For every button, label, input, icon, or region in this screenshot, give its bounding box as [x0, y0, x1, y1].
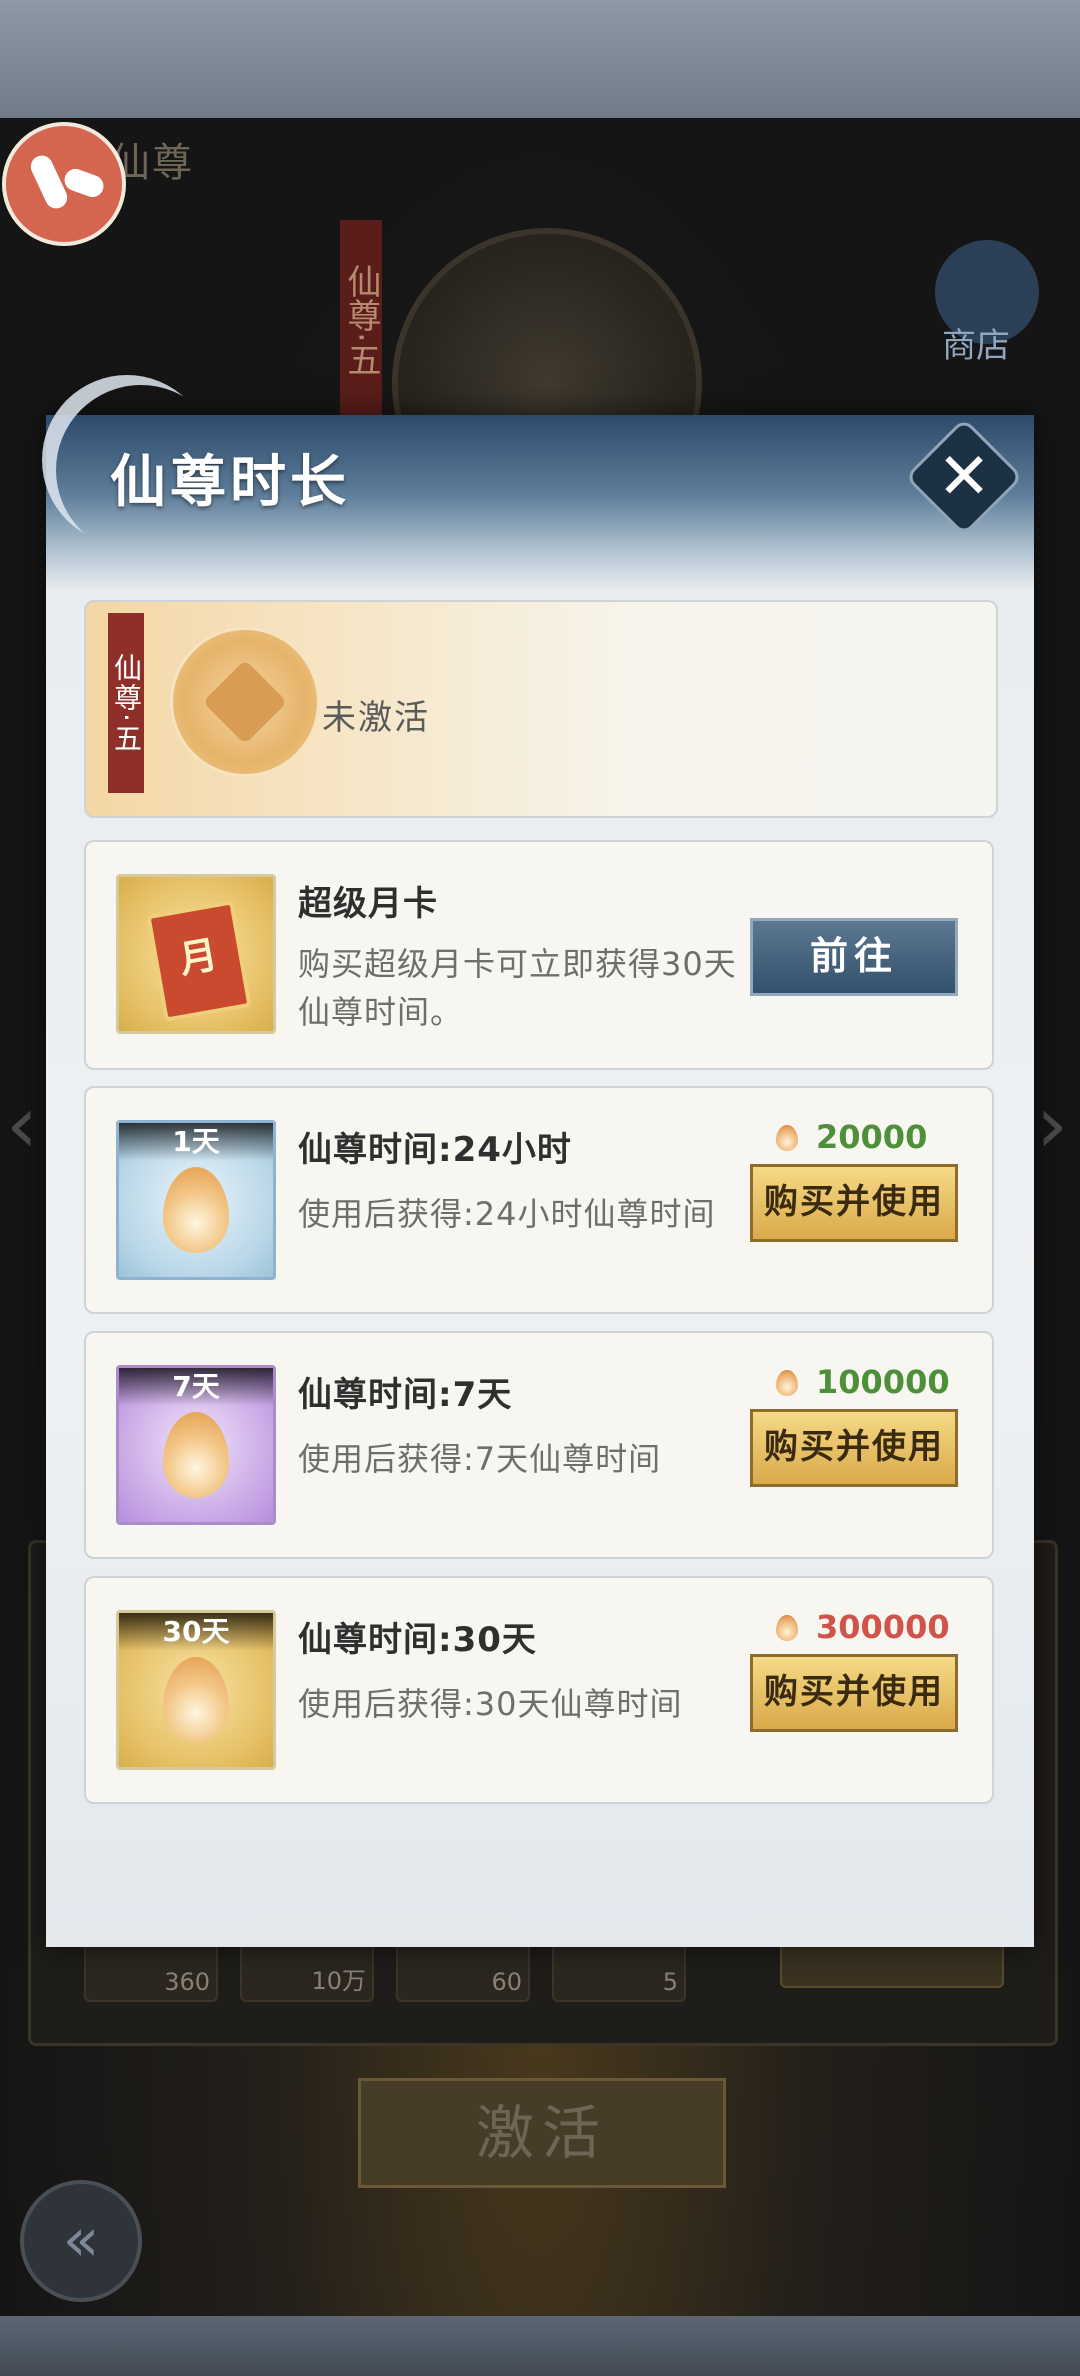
top-bar — [0, 0, 1080, 118]
coin-icon — [776, 1125, 798, 1151]
coin-icon — [776, 1370, 798, 1396]
item-count: 360 — [164, 1968, 210, 1996]
app-logo-icon[interactable] — [2, 122, 126, 246]
month-card-glyph: 月 — [146, 900, 252, 1022]
rank-tag: 仙尊·五 — [108, 613, 144, 793]
price: 20000 — [776, 1118, 927, 1156]
item-description: 购买超级月卡可立即获得30天仙尊时间。 — [298, 945, 737, 1031]
buy-and-use-button[interactable]: 购买并使用 — [750, 1409, 958, 1487]
price-value: 100000 — [816, 1363, 950, 1401]
time-item-icon: 7天 — [116, 1365, 276, 1525]
item-title: 超级月卡 — [298, 884, 438, 924]
dialog-title: 仙尊时长 — [110, 449, 350, 515]
item-title: 仙尊时间:7天 — [298, 1375, 513, 1415]
item-count: 10万 — [311, 1967, 366, 1995]
time-item-icon: 1天 — [116, 1120, 276, 1280]
coin-icon — [776, 1615, 798, 1641]
close-icon[interactable]: ✕ — [922, 435, 1006, 519]
bottom-bar — [0, 2316, 1080, 2376]
duration-dialog: 仙尊时长 ✕ 仙尊·五 未激活 月 超级月卡 购买超级月卡可立即获得30天仙尊时… — [46, 415, 1034, 1947]
duration-tag: 7天 — [119, 1368, 273, 1406]
item-description: 使用后获得:24小时仙尊时间 — [298, 1195, 716, 1233]
card-30-days: 30天 仙尊时间:30天 使用后获得:30天仙尊时间 300000 购买并使用 — [84, 1576, 994, 1804]
item-title: 仙尊时间:30天 — [298, 1620, 537, 1660]
duration-tag: 1天 — [119, 1123, 273, 1161]
right-arrow-icon[interactable]: › — [1036, 1080, 1076, 1170]
background-rank-banner: 仙尊·五 — [340, 220, 382, 420]
back-icon[interactable]: « — [20, 2180, 142, 2302]
goto-button[interactable]: 前往 — [750, 918, 958, 996]
time-item-icon: 30天 — [116, 1610, 276, 1770]
price-value: 300000 — [816, 1608, 950, 1646]
card-super-month: 月 超级月卡 购买超级月卡可立即获得30天仙尊时间。 前往 — [84, 840, 994, 1070]
flame-icon — [163, 1657, 229, 1743]
card-7-days: 7天 仙尊时间:7天 使用后获得:7天仙尊时间 100000 购买并使用 — [84, 1331, 994, 1559]
buy-and-use-button[interactable]: 购买并使用 — [750, 1164, 958, 1242]
flame-icon — [163, 1167, 229, 1253]
month-card-icon: 月 — [116, 874, 276, 1034]
item-title: 仙尊时间:24小时 — [298, 1130, 572, 1170]
activation-status: 未激活 — [322, 698, 430, 738]
left-arrow-icon[interactable]: ‹ — [6, 1080, 46, 1170]
buy-and-use-button[interactable]: 购买并使用 — [750, 1654, 958, 1732]
shop-label[interactable]: 商店 — [942, 318, 1010, 367]
card-24-hours: 1天 仙尊时间:24小时 使用后获得:24小时仙尊时间 20000 购买并使用 — [84, 1086, 994, 1314]
background-activate-button: 激活 — [358, 2078, 726, 2188]
flame-icon — [163, 1412, 229, 1498]
item-description: 使用后获得:30天仙尊时间 — [298, 1685, 683, 1723]
item-count: 60 — [491, 1968, 522, 1996]
rank-emblem-icon — [170, 627, 320, 777]
duration-tag: 30天 — [119, 1613, 273, 1651]
item-count: 5 — [662, 1968, 678, 1996]
price: 100000 — [776, 1363, 950, 1401]
price-value: 20000 — [816, 1118, 928, 1156]
item-description: 使用后获得:7天仙尊时间 — [298, 1440, 662, 1478]
price: 300000 — [776, 1608, 950, 1646]
